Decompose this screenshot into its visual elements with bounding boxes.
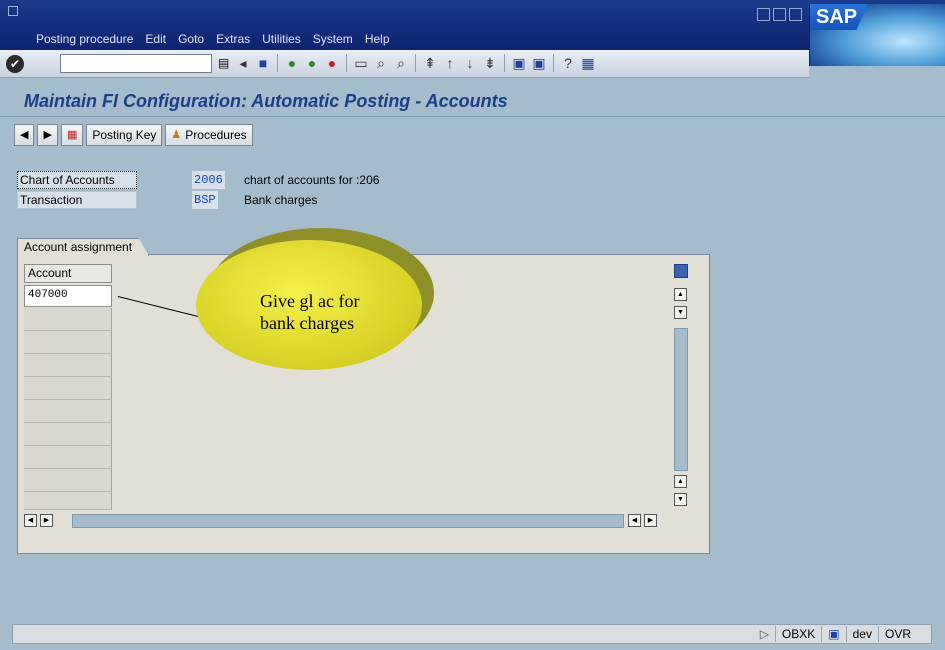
transaction-value[interactable]: BSP <box>192 191 218 209</box>
table-row[interactable] <box>24 469 112 492</box>
callout-line-2: bank charges <box>260 313 355 333</box>
scroll-page-up-icon[interactable]: ▲ <box>674 475 687 488</box>
users-icon: ♟ <box>171 129 182 141</box>
previous-entry-button[interactable]: ◀ <box>14 124 35 146</box>
table-row[interactable] <box>24 423 112 446</box>
table-row[interactable] <box>24 400 112 423</box>
separator <box>277 54 278 72</box>
vertical-scrollbar[interactable]: ▲ ▼ ▲ ▼ <box>674 264 688 510</box>
status-bar: ▷ OBXK ▣ dev OVR <box>12 624 932 644</box>
previous-page-icon[interactable]: ↑ <box>442 54 458 72</box>
dropdown-icon[interactable]: ◂ <box>235 54 251 72</box>
scroll-left-icon[interactable]: ◀ <box>24 514 37 527</box>
horizontal-scroll-track[interactable] <box>72 514 624 528</box>
back-icon[interactable]: ● <box>284 54 300 72</box>
menu-utilities[interactable]: Utilities <box>262 32 301 46</box>
maximize-icon[interactable] <box>773 8 786 21</box>
scroll-column-left-icon[interactable]: ◀ <box>628 514 641 527</box>
scroll-page-down-icon[interactable]: ▼ <box>674 493 687 506</box>
title-bar: Posting procedure Edit Goto Extras Utili… <box>0 0 945 50</box>
first-page-icon[interactable]: ⇞ <box>422 54 438 72</box>
callout-text: Give gl ac for bank charges <box>260 290 359 334</box>
callout-line-1: Give gl ac for <box>260 291 360 311</box>
find-icon[interactable]: ⌕ <box>373 54 389 72</box>
shortcut-icon[interactable]: ▣ <box>531 54 547 72</box>
chart-of-accounts-value[interactable]: 2006 <box>192 171 225 189</box>
page-title: Maintain FI Configuration: Automatic Pos… <box>24 91 508 111</box>
tab-account-assignment[interactable]: Account assignment <box>17 238 150 256</box>
table-row[interactable]: 407000 <box>24 285 112 307</box>
table-row[interactable] <box>24 492 112 510</box>
right-arrow-icon: ▶ <box>43 129 52 141</box>
procedures-label: Procedures <box>185 128 247 142</box>
last-page-icon[interactable]: ⇟ <box>482 54 498 72</box>
column-header-account[interactable]: Account <box>24 264 112 283</box>
status-items: ▷ OBXK ▣ dev OVR <box>754 626 917 642</box>
left-arrow-icon: ◀ <box>20 129 29 141</box>
toolbar-icons: ◂ ■ ● ● ● ▭ ⌕ ⌕ ⇞ ↑ ↓ ⇟ ▣ ▣ ? ▦ <box>235 54 596 72</box>
scroll-down-icon[interactable]: ▼ <box>674 306 687 319</box>
posting-key-label: Posting Key <box>92 128 157 142</box>
table-row[interactable] <box>24 354 112 377</box>
table-row[interactable] <box>24 446 112 469</box>
layout-menu-icon[interactable]: ▦ <box>580 54 596 72</box>
scroll-up-icon[interactable]: ▲ <box>674 288 687 301</box>
find-next-icon[interactable]: ⌕ <box>393 54 409 72</box>
status-session-icon[interactable]: ▣ <box>821 626 845 642</box>
procedures-button[interactable]: ♟ Procedures <box>165 124 253 146</box>
transaction-description: Bank charges <box>244 193 318 207</box>
transaction-label: Transaction <box>17 191 137 209</box>
scroll-right-icon[interactable]: ▶ <box>40 514 53 527</box>
next-entry-button[interactable]: ▶ <box>37 124 58 146</box>
table-row[interactable] <box>24 308 112 331</box>
callout-bubble: Give gl ac for bank charges <box>192 222 440 372</box>
separator <box>415 54 416 72</box>
menu-bar: Posting procedure Edit Goto Extras Utili… <box>36 32 390 46</box>
status-system: dev <box>845 626 878 642</box>
save-entry-button[interactable]: ▦ <box>60 124 84 146</box>
application-toolbar: ◀ ▶ ▦ Posting Key ♟ Procedures <box>14 124 253 146</box>
menu-goto[interactable]: Goto <box>178 32 204 46</box>
save-icon: ▦ <box>66 129 78 141</box>
save-icon[interactable]: ■ <box>255 54 271 72</box>
minimize-icon[interactable] <box>757 8 770 21</box>
menu-help[interactable]: Help <box>365 32 390 46</box>
status-expand-icon[interactable]: ▷ <box>754 626 775 642</box>
menu-edit[interactable]: Edit <box>145 32 166 46</box>
chart-of-accounts-description: chart of accounts for :206 <box>244 173 380 187</box>
help-icon[interactable]: ? <box>560 54 576 72</box>
status-transaction-code: OBXK <box>774 626 821 642</box>
status-insert-mode[interactable]: OVR <box>877 626 917 642</box>
separator <box>504 54 505 72</box>
chart-of-accounts-label: Chart of Accounts <box>17 171 137 189</box>
horizontal-scrollbar[interactable]: ◀ ▶ ◀ ▶ <box>24 514 688 528</box>
enter-button[interactable]: ✔ <box>6 55 24 73</box>
cancel-icon[interactable]: ● <box>324 54 340 72</box>
next-page-icon[interactable]: ↓ <box>462 54 478 72</box>
logo-text: SAP <box>816 6 858 28</box>
new-session-icon[interactable]: ▣ <box>511 54 527 72</box>
menu-system[interactable]: System <box>313 32 353 46</box>
sap-logo: SAP <box>809 4 945 66</box>
close-icon[interactable] <box>789 8 802 21</box>
posting-key-button[interactable]: Posting Key <box>86 124 163 146</box>
scroll-column-right-icon[interactable]: ▶ <box>644 514 657 527</box>
command-field[interactable] <box>60 54 212 73</box>
system-menu-icon[interactable] <box>8 6 18 16</box>
exit-icon[interactable]: ● <box>304 54 320 72</box>
menu-posting-procedure[interactable]: Posting procedure <box>36 32 133 46</box>
title-area: Maintain FI Configuration: Automatic Pos… <box>0 79 945 117</box>
separator <box>346 54 347 72</box>
print-icon[interactable]: ▭ <box>353 54 369 72</box>
window-controls <box>757 8 802 21</box>
column-config-icon[interactable] <box>674 264 688 278</box>
command-history-icon[interactable]: ▤ <box>218 56 229 70</box>
scroll-track[interactable] <box>674 328 688 471</box>
table-row[interactable] <box>24 377 112 400</box>
standard-toolbar: ✔ ▤ ◂ ■ ● ● ● ▭ ⌕ ⌕ ⇞ ↑ ↓ ⇟ ▣ ▣ ? ▦ <box>0 50 809 78</box>
table-row[interactable] <box>24 331 112 354</box>
menu-extras[interactable]: Extras <box>216 32 250 46</box>
separator <box>553 54 554 72</box>
